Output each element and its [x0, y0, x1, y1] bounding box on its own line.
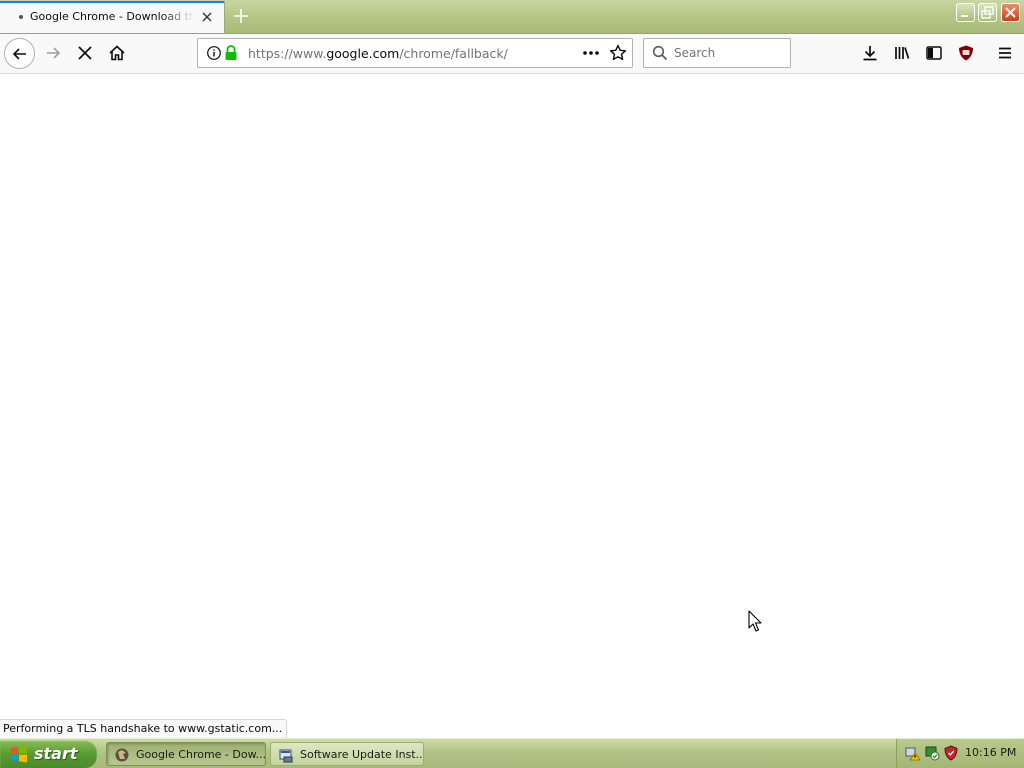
firefox-window-icon	[114, 747, 130, 765]
stop-button[interactable]	[71, 39, 99, 67]
tab-close-icon[interactable]	[198, 8, 216, 26]
start-button[interactable]: start	[0, 740, 97, 768]
installer-window-icon	[278, 747, 294, 765]
taskbar-item-chrome-download[interactable]: Google Chrome - Dow...	[106, 742, 266, 766]
start-label: start	[34, 744, 78, 763]
bookmark-star-icon[interactable]	[608, 43, 628, 63]
taskbar-item-label: Software Update Inst...	[300, 748, 424, 761]
ublock-origin-icon	[959, 45, 973, 61]
system-tray: 10:16 PM	[896, 739, 1024, 768]
forward-button[interactable]	[39, 39, 67, 67]
window-close-button[interactable]	[1001, 3, 1020, 22]
home-icon	[109, 45, 125, 61]
library-button[interactable]	[888, 39, 916, 67]
browser-tab-active[interactable]: Google Chrome - Download the Fast, Secur…	[0, 1, 225, 33]
sidebar-icon	[926, 46, 942, 60]
tab-title: Google Chrome - Download the Fast, Secur…	[30, 10, 194, 23]
status-panel: Performing a TLS handshake to www.gstati…	[0, 719, 288, 738]
taskbar-clock: 10:16 PM	[965, 746, 1017, 759]
back-arrow-icon	[12, 47, 26, 60]
magnifier-icon	[652, 45, 668, 65]
url-path: /chrome/fallback/	[399, 46, 508, 61]
sidebar-button[interactable]	[920, 39, 948, 67]
url-prefix: https://www.	[248, 46, 327, 61]
stop-icon	[78, 46, 92, 60]
search-bar[interactable]	[643, 38, 791, 68]
search-input[interactable]	[674, 44, 784, 62]
window-restore-button[interactable]	[978, 3, 997, 22]
taskbar-item-software-update[interactable]: Software Update Inst...	[270, 742, 424, 766]
shield-icon[interactable]	[943, 745, 959, 765]
network-warning-icon[interactable]	[905, 745, 921, 765]
url-bar[interactable]: https://www.google.com/chrome/fallback/	[197, 38, 633, 68]
taskbar: start Google Chrome - Dow... Software Up…	[0, 738, 1024, 768]
hamburger-icon	[999, 47, 1011, 59]
tab-loading-indicator-icon	[19, 15, 23, 19]
url-host: google.com	[326, 46, 400, 61]
windows-logo-icon	[9, 745, 29, 767]
site-info-icon[interactable]	[206, 45, 222, 65]
window-minimize-button[interactable]	[956, 3, 975, 22]
home-button[interactable]	[103, 39, 131, 67]
menu-button[interactable]	[991, 39, 1019, 67]
mouse-cursor-icon	[748, 610, 764, 638]
page-actions-ellipsis-icon[interactable]	[580, 43, 602, 63]
lock-icon[interactable]	[224, 44, 238, 66]
library-icon	[895, 47, 910, 59]
back-button[interactable]	[4, 38, 35, 69]
ublock-origin-button[interactable]	[952, 39, 980, 67]
navigation-toolbar: https://www.google.com/chrome/fallback/	[0, 34, 1024, 74]
download-icon	[863, 46, 877, 61]
page-content[interactable]: Performing a TLS handshake to www.gstati…	[0, 74, 1024, 738]
url-text[interactable]: https://www.google.com/chrome/fallback/	[248, 46, 508, 61]
taskbar-item-label: Google Chrome - Dow...	[136, 748, 266, 761]
downloads-button[interactable]	[856, 39, 884, 67]
forward-arrow-icon	[47, 47, 61, 59]
window-titlebar: Google Chrome - Download the Fast, Secur…	[0, 0, 1024, 34]
security-alert-icon[interactable]	[924, 745, 940, 765]
new-tab-plus-icon[interactable]	[231, 6, 251, 26]
